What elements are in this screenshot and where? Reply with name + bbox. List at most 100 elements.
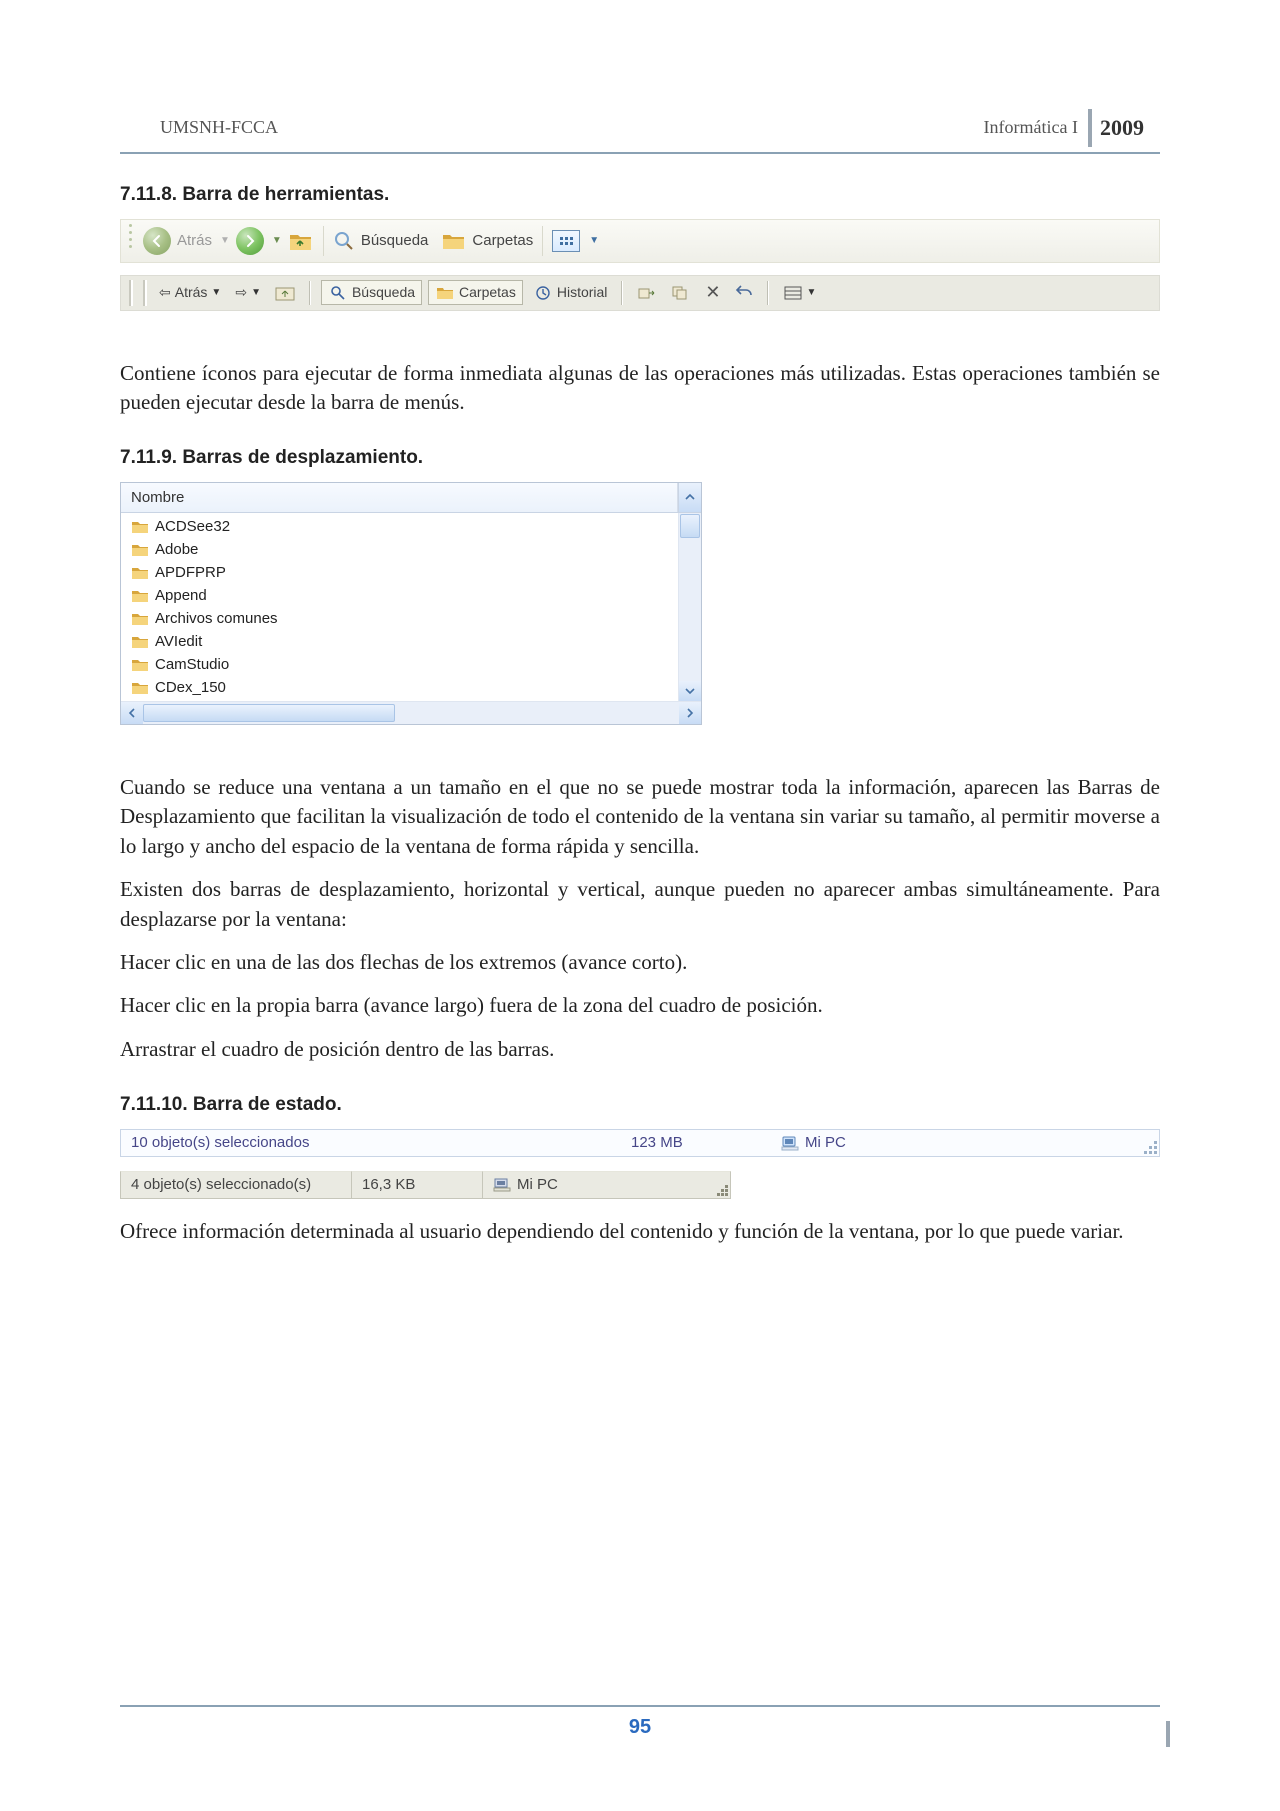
grip-icon [129,280,133,306]
back-menu-icon[interactable]: ▼ [220,234,230,248]
scroll-thumb[interactable] [680,514,700,538]
chevron-left-icon [127,708,137,718]
move-to-button[interactable] [633,284,661,302]
folder-name: Adobe [155,539,198,560]
chevron-right-icon [685,708,695,718]
copy-to-button[interactable] [667,284,695,302]
my-computer-icon [781,1135,799,1151]
folder-name: APDFPRP [155,562,226,583]
folder-icon [131,657,149,672]
folder-icon [131,588,149,603]
chevron-down-icon [685,686,695,696]
back-button[interactable]: ⇦ Atrás ▼ [155,283,225,303]
scroll-track[interactable] [679,539,701,681]
undo-icon [735,283,753,303]
folder-up-icon [275,284,295,302]
folder-icon [131,634,149,649]
resize-grip-icon[interactable] [1143,1140,1157,1154]
folder-name: CDex_150 [155,677,226,698]
list-item[interactable]: AVIedit [121,630,678,653]
section-7-11-10-title: 7.11.10. Barra de estado. [120,1092,1160,1119]
status-location: Mi PC [771,1129,1160,1157]
copy-to-icon [671,284,691,302]
search-icon [328,284,348,302]
forward-button[interactable] [236,227,264,255]
status-selected: 4 objeto(s) seleccionado(s) [120,1171,352,1199]
folder-up-button[interactable] [288,229,314,253]
header-left: UMSNH-FCCA [120,110,984,146]
scroll-thumb[interactable] [143,704,395,722]
header-year: 2009 [1088,109,1152,148]
column-header-name[interactable]: Nombre [121,483,678,512]
delete-icon: ✕ [705,280,720,305]
search-label: Búsqueda [361,230,429,251]
folders-button[interactable]: Carpetas [428,280,523,306]
status-location: Mi PC [482,1171,731,1199]
folder-icon [131,519,149,534]
folders-icon [435,284,455,302]
undo-button[interactable] [731,283,757,303]
folders-button[interactable] [442,231,466,251]
search-button[interactable]: Búsqueda [321,280,422,306]
folder-icon [131,680,149,695]
folder-name: CamStudio [155,654,229,675]
views-icon [783,284,803,302]
scroll-track[interactable] [395,702,679,724]
views-button[interactable] [552,230,580,252]
status-size: 123 MB [621,1129,771,1157]
page-header: UMSNH-FCCA Informática I 2009 [120,110,1160,146]
toolbar-grip-icon [129,220,135,262]
views-menu-icon[interactable]: ▼ [807,286,817,300]
list-item[interactable]: CDex_150 [121,676,678,699]
file-list-window: Nombre ACDSee32AdobeAPDFPRPAppendArchivo… [120,482,702,725]
vertical-scrollbar[interactable] [678,513,701,701]
status-selected: 10 objeto(s) seleccionados [120,1129,621,1157]
forward-menu-icon[interactable]: ▼ [251,286,261,300]
folder-icon [131,611,149,626]
arrow-left-icon: ⇦ [159,283,171,303]
folders-label: Carpetas [472,230,533,251]
list-item[interactable]: Append [121,584,678,607]
history-button[interactable]: Historial [529,283,612,303]
header-rule [120,152,1160,154]
status-bar-xp: 10 objeto(s) seleccionados 123 MB Mi PC [120,1129,1160,1157]
move-to-icon [637,284,657,302]
horizontal-scrollbar[interactable] [121,701,701,724]
resize-grip-icon[interactable] [714,1182,728,1196]
my-computer-icon [493,1178,511,1192]
scroll-right-button[interactable] [679,702,701,724]
back-label: Atrás [177,230,212,251]
toolbar-classic: ⇦ Atrás ▼ ⇨ ▼ Búsqueda Carpetas [120,275,1160,311]
folder-name: AVIedit [155,631,202,652]
toolbar-xp: Atrás ▼ ▼ Búsqueda Carpetas [120,219,1160,263]
section-7-11-9-para3: Hacer clic en una de las dos flechas de … [120,948,1160,977]
list-item[interactable]: APDFPRP [121,561,678,584]
section-7-11-9-title: 7.11.9. Barras de desplazamiento. [120,445,1160,472]
page-number: 95 [120,1713,1160,1741]
history-label: Historial [557,283,608,303]
arrow-left-icon [150,234,164,248]
forward-menu-icon[interactable]: ▼ [272,234,282,248]
list-item[interactable]: CamStudio [121,653,678,676]
back-menu-icon[interactable]: ▼ [211,286,221,300]
scroll-down-button[interactable] [679,681,701,701]
search-icon [333,230,355,252]
delete-button[interactable]: ✕ [701,280,724,305]
header-right: Informática I 2009 [984,110,1160,146]
list-item[interactable]: Adobe [121,538,678,561]
folder-up-icon [288,229,314,253]
folder-icon [131,542,149,557]
views-menu-icon[interactable]: ▼ [589,234,599,248]
list-item[interactable]: Archivos comunes [121,607,678,630]
scroll-up-button[interactable] [678,483,701,512]
views-button[interactable]: ▼ [779,284,821,302]
page-footer: 95 [120,1705,1160,1741]
folder-name: ACDSee32 [155,516,230,537]
list-item[interactable]: ACDSee32 [121,515,678,538]
folder-up-button[interactable] [271,284,299,302]
search-button[interactable] [333,230,355,252]
scroll-left-button[interactable] [121,702,143,724]
forward-button[interactable]: ⇨ ▼ [231,283,265,303]
section-7-11-9-para5: Arrastrar el cuadro de posición dentro d… [120,1035,1160,1064]
back-button[interactable] [143,227,171,255]
